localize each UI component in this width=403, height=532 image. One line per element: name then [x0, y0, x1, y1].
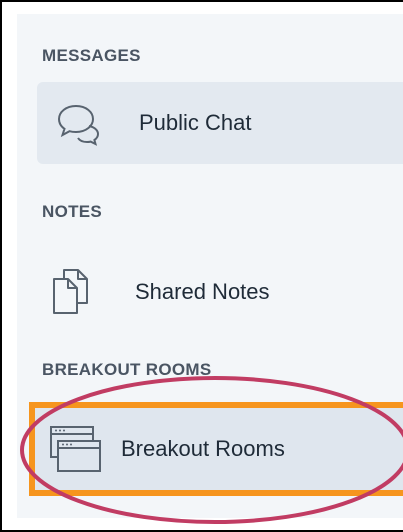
section-title-messages: MESSAGES [42, 46, 141, 65]
public-chat-label: Public Chat [139, 110, 252, 135]
sidebar-item-breakout-rooms[interactable]: Breakout Rooms [29, 402, 403, 496]
windows-icon [50, 426, 101, 472]
documents-icon [53, 269, 88, 314]
chat-bubbles-icon [57, 104, 100, 146]
section-title-breakout-rooms: BREAKOUT ROOMS [42, 360, 212, 379]
sidebar-item-public-chat[interactable]: Public Chat [37, 82, 403, 164]
shared-notes-label: Shared Notes [135, 279, 270, 304]
breakout-rooms-label: Breakout Rooms [121, 436, 285, 461]
section-title-notes: NOTES [42, 202, 103, 221]
sidebar-item-shared-notes[interactable]: Shared Notes [37, 251, 403, 333]
